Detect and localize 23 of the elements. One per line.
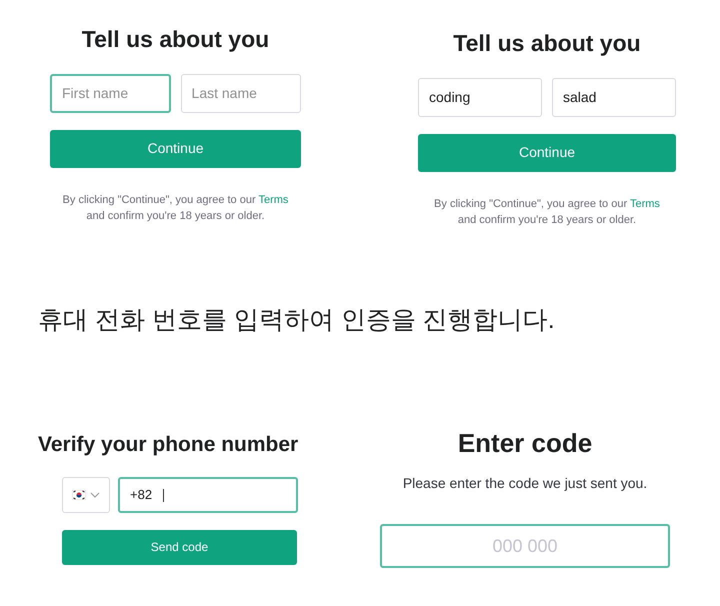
terms-link[interactable]: Terms (630, 198, 660, 210)
continue-button[interactable]: Continue (418, 134, 676, 172)
name-field[interactable]: Last name (180, 74, 301, 112)
text-caret (163, 488, 164, 502)
country-select[interactable] (62, 476, 110, 512)
form-title: Enter code (458, 427, 592, 460)
name-field[interactable]: salad (552, 78, 676, 116)
send-code-button[interactable]: Send code (62, 530, 297, 564)
terms-link[interactable]: Terms (258, 194, 288, 206)
chevron-down-icon (90, 492, 100, 498)
phone-field[interactable]: +82 (118, 476, 298, 512)
form-title: Tell us about you (82, 25, 270, 54)
legal-text: By clicking "Continue", you agree to our Terms and confirm you're 18 years or older. (434, 196, 660, 228)
caption-text: 휴대 전화 번호를 입력하여 인증을 진행합니다. (38, 304, 556, 336)
form-title: Tell us about you (453, 29, 641, 58)
form-title: Verify your phone number (38, 432, 300, 458)
continue-button[interactable]: Continue (50, 130, 301, 168)
legal-text: By clicking "Continue", you agree to our Terms and confirm you're 18 years or older. (62, 192, 288, 224)
name-field[interactable]: coding (418, 78, 542, 116)
code-field[interactable]: 000 000 (380, 524, 670, 568)
subtitle-text: Please enter the code we just sent you. (402, 474, 648, 493)
flag-icon (72, 490, 86, 500)
name-field[interactable]: First name (50, 74, 171, 112)
